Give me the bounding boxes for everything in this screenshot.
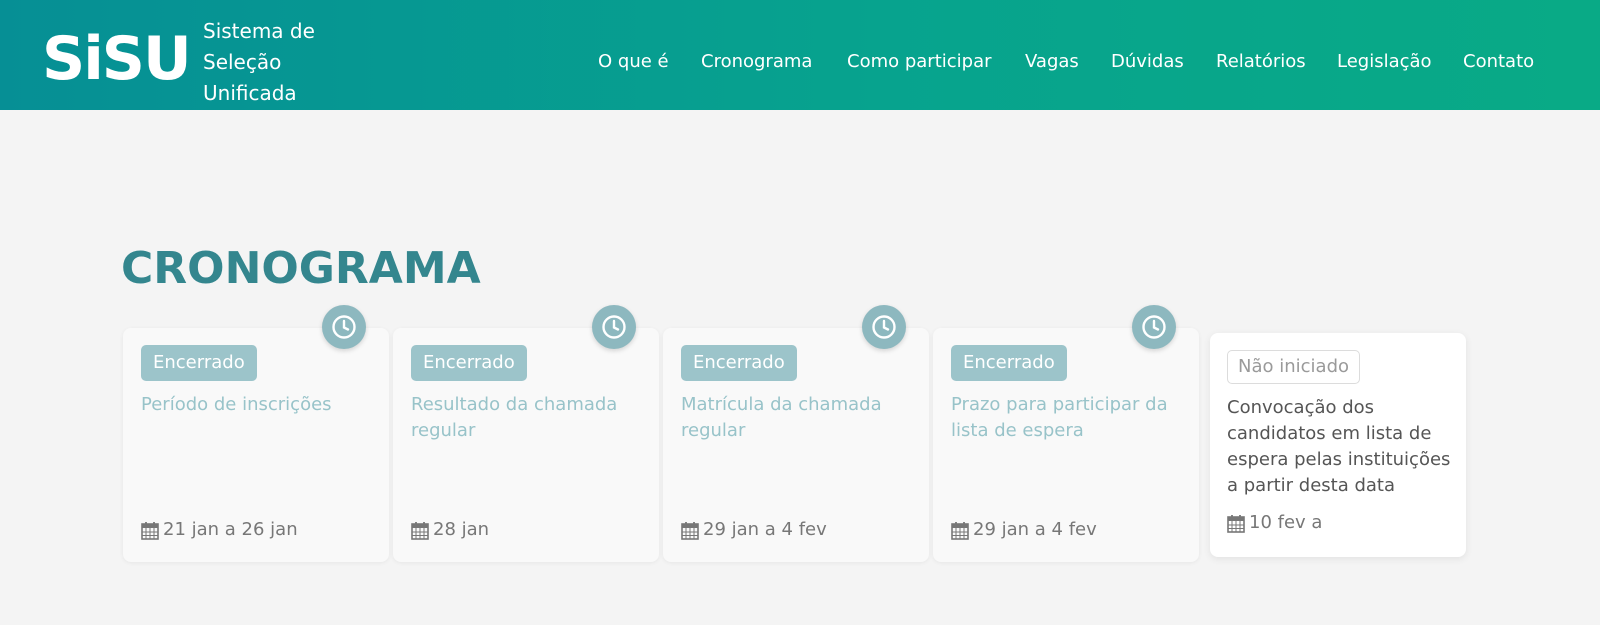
clock-icon (1132, 305, 1176, 349)
calendar-icon (681, 521, 699, 540)
nav-link-legislacao[interactable]: Legislação (1337, 48, 1432, 76)
clock-icon (592, 305, 636, 349)
card-title: Matrícula da chamada regular (681, 394, 882, 441)
calendar-icon (1227, 514, 1245, 533)
calendar-icon (951, 521, 969, 540)
nav-link-cronograma[interactable]: Cronograma (701, 48, 812, 76)
nav-link-o-que-e[interactable]: O que é (598, 48, 669, 76)
nav-link-como-participar[interactable]: Como participar (847, 48, 992, 76)
card-title: Convocação dos candidatos em lista de es… (1227, 397, 1451, 496)
schedule-card: Encerrado Período de inscrições 21 jan a… (123, 305, 389, 562)
card-date: 21 jan a 26 jan (141, 518, 298, 542)
card-date-text: 21 jan a 26 jan (163, 519, 298, 540)
nav-link-vagas[interactable]: Vagas (1025, 48, 1079, 76)
calendar-icon (411, 521, 429, 540)
card-date-text: 29 jan a 4 fev (973, 519, 1097, 540)
clock-icon (862, 305, 906, 349)
schedule-card: Encerrado Prazo para participar da lista… (933, 305, 1199, 562)
status-badge: Encerrado (141, 345, 257, 381)
card-date: 28 jan (411, 518, 489, 542)
status-badge: Encerrado (411, 345, 527, 381)
schedule-card: Encerrado Matrícula da chamada regular 2… (663, 305, 929, 562)
status-badge: Não iniciado (1227, 350, 1361, 384)
nav-link-contato[interactable]: Contato (1463, 48, 1534, 76)
calendar-icon (141, 521, 159, 540)
card-title: Prazo para participar da lista de espera (951, 394, 1168, 441)
nav-link-duvidas[interactable]: Dúvidas (1111, 48, 1184, 76)
clock-icon (322, 305, 366, 349)
nav-link-relatorios[interactable]: Relatórios (1216, 48, 1306, 76)
status-badge: Encerrado (951, 345, 1067, 381)
logo-subtitle-line: Unificada (203, 81, 297, 105)
logo-subtitle-line: Sistema de (203, 19, 315, 43)
card-date-text: 29 jan a 4 fev (703, 519, 827, 540)
status-badge: Encerrado (681, 345, 797, 381)
schedule-card: Encerrado Resultado da chamada regular 2… (393, 305, 659, 562)
schedule-card-upcoming: Não iniciado Convocação dos candidatos e… (1210, 333, 1466, 557)
card-title: Resultado da chamada regular (411, 394, 618, 441)
card-date: 10 fev a (1227, 511, 1322, 535)
page-title: CRONOGRAMA (121, 243, 481, 294)
site-header: SiSU Sistema de Seleção Unificada O que … (0, 0, 1600, 110)
card-date-text: 28 jan (433, 519, 490, 540)
card-date-text: 10 fev a (1249, 512, 1323, 533)
main-nav: O que é Cronograma Como participar Vagas… (0, 48, 1600, 76)
card-title: Período de inscrições (141, 394, 332, 415)
card-date: 29 jan a 4 fev (951, 518, 1097, 542)
card-date: 29 jan a 4 fev (681, 518, 827, 542)
